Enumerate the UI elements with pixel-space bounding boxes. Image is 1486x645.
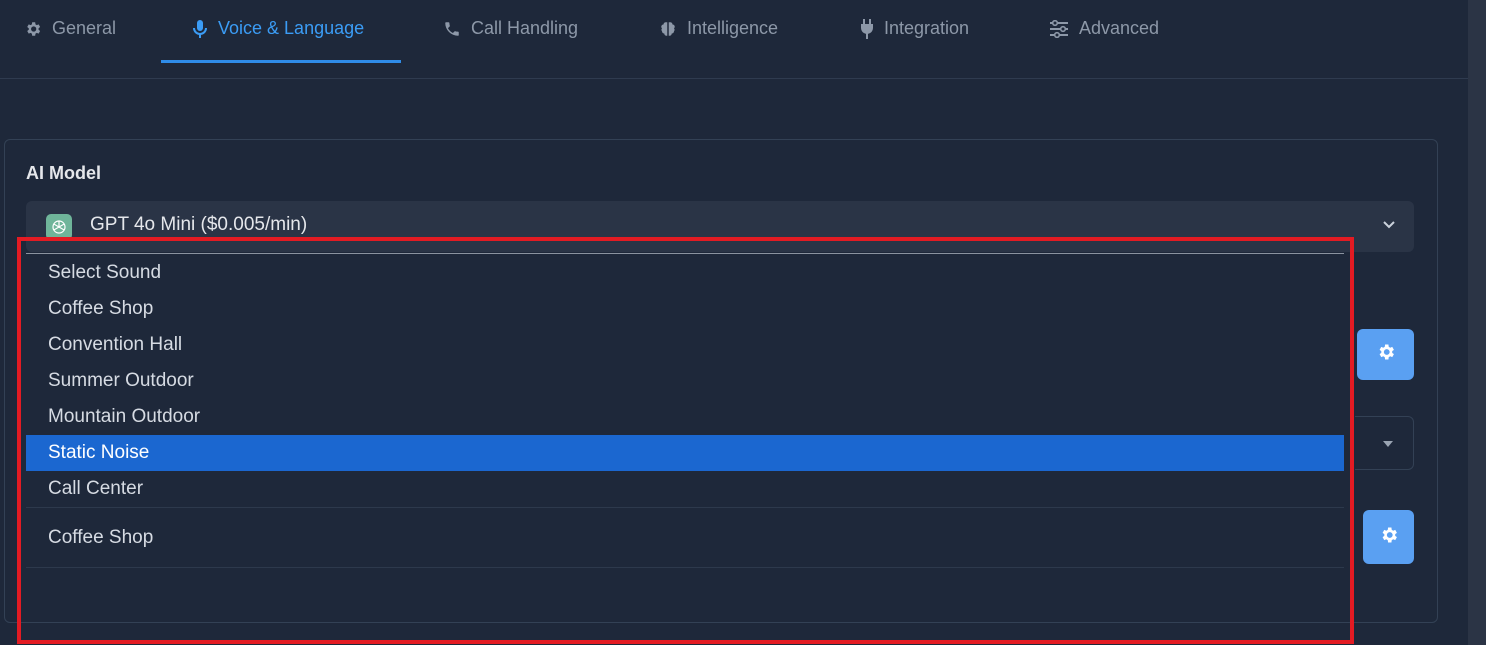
background-sound-settings-button[interactable]: [1363, 510, 1414, 564]
tab-label: Integration: [884, 18, 970, 38]
tab-label: Voice & Language: [218, 18, 365, 38]
active-tab-indicator: [161, 60, 401, 63]
tab-label: Intelligence: [687, 18, 779, 38]
background-sound-select[interactable]: Coffee Shop: [26, 507, 1344, 568]
ai-model-heading: AI Model: [26, 163, 101, 183]
option-mountain-outdoor[interactable]: Mountain Outdoor: [26, 399, 1344, 435]
caret-down-icon: [1383, 441, 1393, 447]
settings-tab-bar: General Voice & Language Call Handling I…: [0, 0, 1468, 79]
tab-intelligence[interactable]: Intelligence: [659, 0, 778, 57]
language-select[interactable]: [1355, 416, 1414, 470]
phone-icon: [443, 20, 461, 38]
sliders-icon: [1049, 19, 1069, 38]
gear-icon: [24, 20, 42, 38]
tab-voice-language[interactable]: Voice & Language: [192, 0, 364, 57]
option-coffee-shop[interactable]: Coffee Shop: [26, 291, 1344, 327]
option-convention-hall[interactable]: Convention Hall: [26, 327, 1344, 363]
tab-label: General: [52, 18, 117, 38]
voice-settings-button[interactable]: [1357, 329, 1414, 380]
openai-icon: [46, 214, 72, 240]
option-select-sound[interactable]: Select Sound: [26, 255, 1344, 291]
option-summer-outdoor[interactable]: Summer Outdoor: [26, 363, 1344, 399]
ai-model-value: GPT 4o Mini ($0.005/min): [90, 214, 308, 235]
page-scrollbar[interactable]: [1468, 0, 1486, 645]
gear-icon: [1376, 342, 1396, 367]
microphone-icon: [192, 19, 208, 39]
brain-icon: [659, 20, 677, 38]
tab-label: Advanced: [1079, 18, 1160, 38]
gear-icon: [1379, 525, 1399, 550]
option-static-noise[interactable]: Static Noise: [26, 435, 1344, 471]
background-sound-value: Coffee Shop: [48, 526, 154, 548]
tab-advanced[interactable]: Advanced: [1049, 0, 1159, 57]
tab-integration[interactable]: Integration: [860, 0, 969, 57]
tab-call-handling[interactable]: Call Handling: [443, 0, 578, 57]
tab-label: Call Handling: [471, 18, 579, 38]
plug-icon: [860, 18, 874, 39]
chevron-down-icon: [1382, 218, 1396, 237]
ai-model-select[interactable]: GPT 4o Mini ($0.005/min): [26, 201, 1414, 252]
tab-general[interactable]: General: [24, 0, 116, 57]
option-call-center[interactable]: Call Center: [26, 471, 1344, 507]
